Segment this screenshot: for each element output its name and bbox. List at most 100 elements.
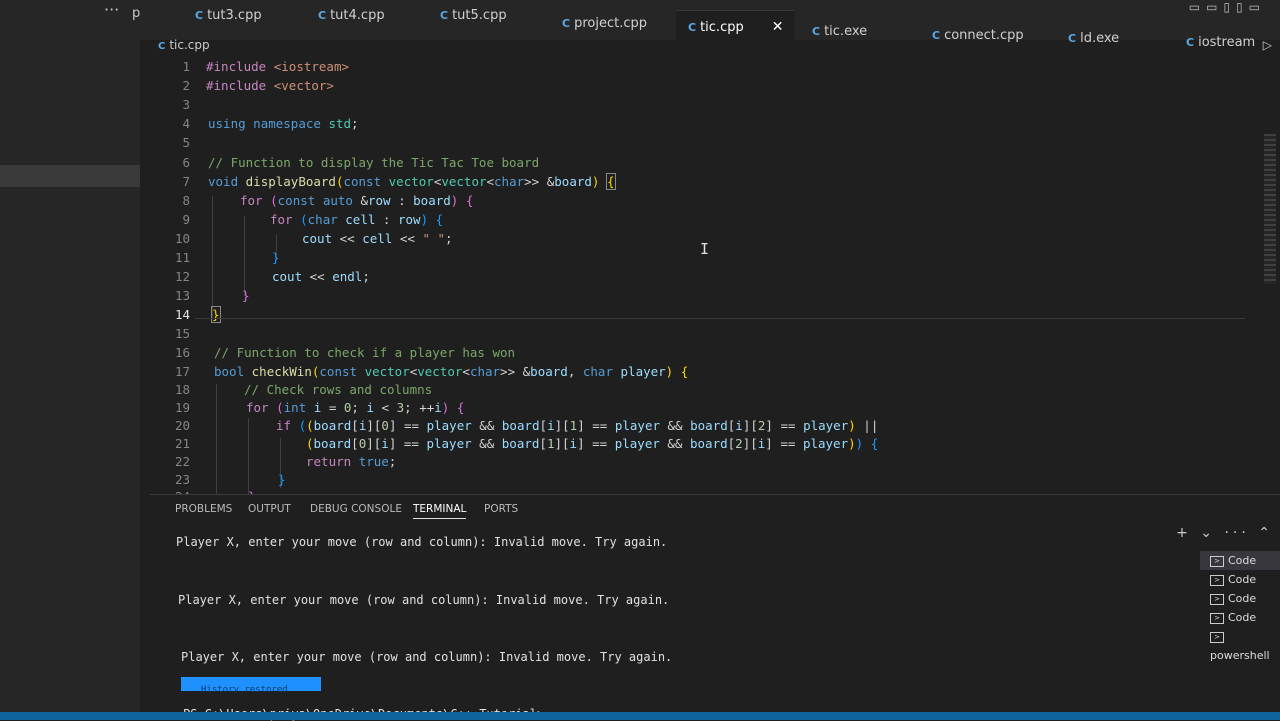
terminal-icon: > bbox=[1210, 574, 1224, 586]
explorer-sidebar: ··· p bbox=[0, 0, 140, 720]
line-number: 8 bbox=[182, 193, 190, 208]
line-number: 4 bbox=[182, 116, 190, 131]
c++-file-icon: C bbox=[195, 9, 204, 22]
code-line: 19 for (int i = 0; i < 3; ++i) { bbox=[150, 399, 1280, 417]
tab-label: tut4.cpp bbox=[330, 8, 385, 23]
breadcrumb-label: tic.cpp bbox=[169, 38, 210, 52]
history-restored-badge: History restored bbox=[181, 677, 321, 695]
window-controls[interactable]: ▭▭▯▯▭ bbox=[1189, 0, 1266, 14]
code-line: 18// Check rows and columns bbox=[150, 381, 1280, 399]
tab-label: project.cpp bbox=[574, 16, 647, 31]
tab-label: tut5.cpp bbox=[452, 8, 507, 23]
tab-label: tic.exe bbox=[824, 24, 868, 39]
code-line: 21 (board[0][i] == player && board[1][i] … bbox=[150, 435, 1280, 453]
more-actions-icon[interactable]: ··· bbox=[104, 0, 119, 19]
code-line: 23} bbox=[150, 471, 1280, 489]
line-number: 14 bbox=[174, 307, 190, 322]
tab-label: tut3.cpp bbox=[207, 8, 262, 23]
line-number: 2 bbox=[182, 78, 190, 93]
terminal-instance[interactable]: > Code bbox=[1200, 570, 1280, 589]
tab-problems[interactable]: PROBLEMS bbox=[175, 503, 232, 515]
line-number: 5 bbox=[182, 135, 190, 150]
tab-connect[interactable]: Cconnect.cpp bbox=[932, 28, 1024, 43]
code-line: 20 if ((board[i][0] == player && board[i]… bbox=[150, 417, 1280, 435]
tab-debug-console[interactable]: DEBUG CONSOLE bbox=[310, 503, 402, 515]
c++-file-icon: C bbox=[318, 9, 327, 22]
line-number: 17 bbox=[174, 364, 190, 379]
code-line: 1 #include <iostream> bbox=[150, 58, 1280, 76]
line-number: 12 bbox=[174, 269, 190, 284]
terminal-output-line: Player X, enter your move (row and colum… bbox=[181, 650, 673, 664]
tab-tic-exe[interactable]: Ctic.exe bbox=[812, 24, 867, 39]
c++-file-icon: C bbox=[440, 9, 449, 22]
breadcrumb[interactable]: Ctic.cpp bbox=[158, 38, 210, 52]
code-line: 3 bbox=[150, 96, 1280, 114]
tab-label: connect.cpp bbox=[944, 28, 1024, 43]
code-line: 8 for (const auto &row : board) { bbox=[150, 192, 1280, 210]
line-number: 6 bbox=[182, 155, 190, 170]
terminal-icon: > bbox=[1210, 631, 1224, 643]
c++-file-icon: C bbox=[1186, 36, 1195, 49]
line-number: 21 bbox=[174, 436, 190, 451]
tab-tut3[interactable]: Ctut3.cpp bbox=[195, 8, 262, 23]
terminal-instance[interactable]: > Code bbox=[1200, 589, 1280, 608]
line-number: 20 bbox=[174, 418, 190, 433]
bottom-panel: PROBLEMS OUTPUT DEBUG CONSOLE TERMINAL P… bbox=[150, 494, 1280, 721]
terminal-instance-label: Code bbox=[1228, 573, 1257, 586]
tab-terminal[interactable]: TERMINAL bbox=[413, 503, 467, 519]
code-line: 2 #include <vector> bbox=[150, 77, 1280, 95]
terminal-actions[interactable]: + ⌄ ··· ⌃ bbox=[1176, 525, 1274, 541]
terminal-icon: > bbox=[1210, 593, 1224, 605]
line-number: 10 bbox=[174, 231, 190, 246]
terminal-instance-label: Code bbox=[1228, 592, 1257, 605]
code-line: 9 for (char cell : row) { bbox=[150, 211, 1280, 229]
code-line: 15 bbox=[150, 325, 1280, 343]
line-number: 3 bbox=[182, 97, 190, 112]
terminal-instance[interactable]: > Code bbox=[1200, 551, 1280, 570]
terminal-instance-label: powershell bbox=[1210, 649, 1270, 662]
code-line: 10 cout << cell << " "; bbox=[150, 230, 1280, 248]
line-number: 19 bbox=[174, 400, 190, 415]
terminal-instance-label: Code bbox=[1228, 611, 1257, 624]
history-restored-label: History restored bbox=[201, 685, 288, 695]
tab-tic-cpp[interactable]: Ctic.cpp ✕ bbox=[676, 10, 796, 45]
line-number: 18 bbox=[174, 382, 190, 397]
terminal-output-line: Player X, enter your move (row and colum… bbox=[176, 535, 668, 549]
line-number: 7 bbox=[182, 174, 190, 189]
line-number: 23 bbox=[174, 472, 190, 487]
tab-tut5[interactable]: Ctut5.cpp bbox=[440, 8, 507, 23]
tab-tut4[interactable]: Ctut4.cpp bbox=[318, 8, 385, 23]
line-number: 15 bbox=[174, 326, 190, 341]
terminal-instance[interactable]: > powershell bbox=[1200, 627, 1280, 662]
terminal-icon: > bbox=[1210, 555, 1224, 567]
tab-output[interactable]: OUTPUT bbox=[248, 503, 291, 515]
code-line: 17 bool checkWin(const vector<vector<char… bbox=[150, 363, 1280, 381]
terminal-instance[interactable]: > Code bbox=[1200, 608, 1280, 627]
tab-label: iostream bbox=[1198, 35, 1256, 50]
tab-ld-exe[interactable]: Cld.exe bbox=[1068, 31, 1119, 46]
tab-iostream[interactable]: Ciostream bbox=[1186, 35, 1255, 50]
minimap[interactable] bbox=[1264, 134, 1276, 284]
code-line: 16// Function to check if a player has w… bbox=[150, 344, 1280, 362]
terminal-instances-list: > Code > Code > Code > Code > powershell bbox=[1200, 551, 1280, 662]
line-number: 13 bbox=[174, 288, 190, 303]
code-line: 14} bbox=[150, 306, 1280, 324]
line-number: 16 bbox=[174, 345, 190, 360]
code-line: 7 void displayBoard(const vector<vector<c… bbox=[150, 173, 1280, 191]
status-bar bbox=[0, 712, 1280, 720]
tabs-scroll-right-icon[interactable]: ▷ bbox=[1263, 38, 1272, 52]
tab-label: ld.exe bbox=[1080, 31, 1120, 46]
line-number: 9 bbox=[182, 212, 190, 227]
terminal-output-line: Player X, enter your move (row and colum… bbox=[178, 593, 670, 607]
exe-file-icon: C bbox=[812, 25, 821, 38]
tab-project[interactable]: Cproject.cpp bbox=[562, 16, 647, 31]
tab-ports[interactable]: PORTS bbox=[484, 503, 518, 515]
code-editor[interactable]: 1 #include <iostream> 2 #include <vector> … bbox=[150, 54, 1280, 504]
line-number: 11 bbox=[174, 250, 190, 265]
close-icon[interactable]: ✕ bbox=[772, 19, 784, 35]
sidebar-selected-item[interactable] bbox=[0, 165, 140, 187]
terminal-icon: > bbox=[1210, 612, 1224, 624]
line-number: 1 bbox=[182, 59, 190, 74]
code-line: 11} bbox=[150, 249, 1280, 267]
tab-label: tic.cpp bbox=[700, 20, 744, 35]
